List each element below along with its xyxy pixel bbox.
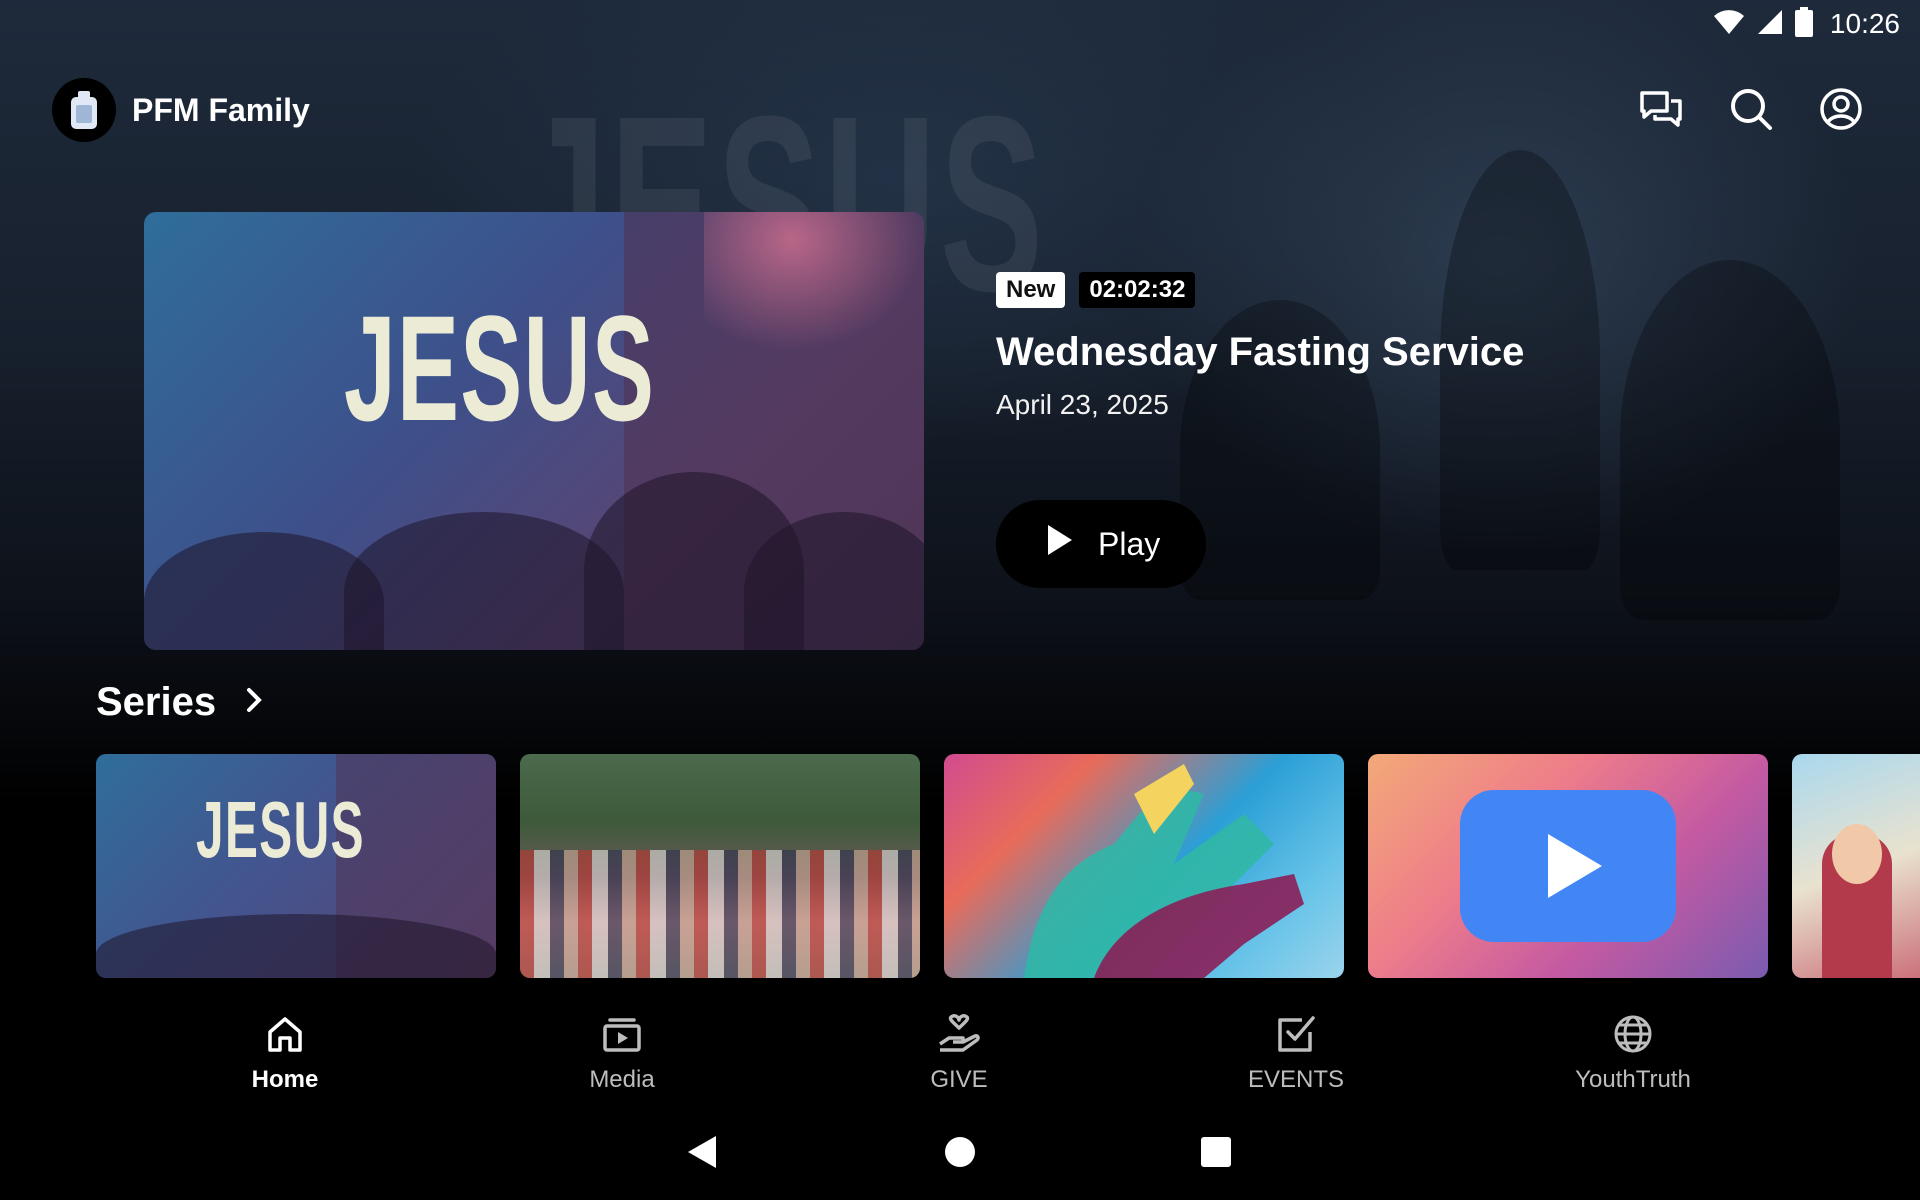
nav-home[interactable]: Home bbox=[185, 1010, 385, 1094]
cartoon-face bbox=[1832, 824, 1882, 884]
card-jesus-text: JESUS bbox=[196, 785, 365, 874]
chevron-right-icon bbox=[246, 687, 262, 718]
nav-events[interactable]: EVENTS bbox=[1196, 1010, 1396, 1094]
play-button[interactable]: Play bbox=[996, 500, 1206, 588]
system-navigation-bar bbox=[0, 1110, 1920, 1200]
hands-illustration bbox=[1024, 764, 1304, 978]
nav-youthtruth-label: YouthTruth bbox=[1575, 1066, 1691, 1093]
youtube-play-icon bbox=[1546, 832, 1604, 905]
series-card[interactable] bbox=[944, 754, 1344, 978]
nav-youthtruth[interactable]: YouthTruth bbox=[1533, 1010, 1733, 1094]
nav-events-label: EVENTS bbox=[1247, 1066, 1345, 1093]
nav-give-label: GIVE bbox=[930, 1066, 988, 1093]
featured-date: April 23, 2025 bbox=[996, 389, 1169, 420]
stage-light bbox=[704, 212, 924, 352]
app-bar: PFM Family bbox=[52, 78, 310, 142]
new-badge: New bbox=[996, 272, 1066, 308]
series-carousel[interactable]: JESUS bbox=[96, 754, 1920, 978]
account-icon[interactable] bbox=[1818, 86, 1864, 132]
wifi-icon bbox=[1712, 8, 1746, 41]
app-logo[interactable] bbox=[52, 78, 116, 142]
signal-icon bbox=[1756, 8, 1784, 41]
thumbnail-jesus-text: JESUS bbox=[344, 284, 656, 452]
nav-media[interactable]: Media bbox=[522, 1010, 722, 1094]
app-title: PFM Family bbox=[132, 91, 310, 128]
media-icon bbox=[522, 1010, 722, 1058]
series-card[interactable] bbox=[1368, 754, 1768, 978]
duration-badge: 02:02:32 bbox=[1079, 272, 1196, 308]
series-card[interactable] bbox=[1792, 754, 1920, 978]
app-screen: JESUS 10:26 PFM Family JESUS New 02:02:3… bbox=[0, 0, 1920, 1200]
series-card[interactable] bbox=[520, 754, 920, 978]
home-circle-icon[interactable] bbox=[944, 1136, 976, 1173]
top-actions bbox=[1638, 86, 1864, 132]
chat-icon[interactable] bbox=[1638, 86, 1684, 132]
home-icon bbox=[185, 1010, 385, 1058]
series-card[interactable]: JESUS bbox=[96, 754, 496, 978]
series-header[interactable]: Series bbox=[96, 680, 262, 725]
featured-badges: New 02:02:32 bbox=[996, 272, 1524, 308]
globe-icon bbox=[1533, 1010, 1733, 1058]
recents-icon[interactable] bbox=[1200, 1136, 1232, 1173]
group-photo-people bbox=[520, 850, 920, 978]
status-bar: 10:26 bbox=[0, 0, 1920, 48]
back-icon[interactable] bbox=[686, 1134, 718, 1175]
featured-thumbnail[interactable]: JESUS bbox=[144, 212, 924, 650]
give-icon bbox=[859, 1010, 1059, 1058]
status-time: 10:26 bbox=[1829, 8, 1900, 39]
bottom-navigation: Home Media GIVE EVENTS YouthTruth bbox=[0, 1000, 1920, 1100]
events-icon bbox=[1196, 1010, 1396, 1058]
crowd-silhouette bbox=[344, 512, 624, 650]
search-icon[interactable] bbox=[1728, 86, 1774, 132]
series-title: Series bbox=[96, 680, 217, 724]
background-silhouette bbox=[1620, 260, 1840, 620]
play-label: Play bbox=[1098, 525, 1161, 562]
battery-icon bbox=[1794, 6, 1814, 42]
nav-media-label: Media bbox=[589, 1066, 655, 1093]
nav-give[interactable]: GIVE bbox=[859, 1010, 1059, 1094]
nav-home-label: Home bbox=[251, 1066, 319, 1093]
featured-info: New 02:02:32 Wednesday Fasting Service A… bbox=[996, 272, 1524, 421]
play-icon bbox=[1046, 523, 1074, 565]
featured-title: Wednesday Fasting Service bbox=[996, 330, 1525, 374]
